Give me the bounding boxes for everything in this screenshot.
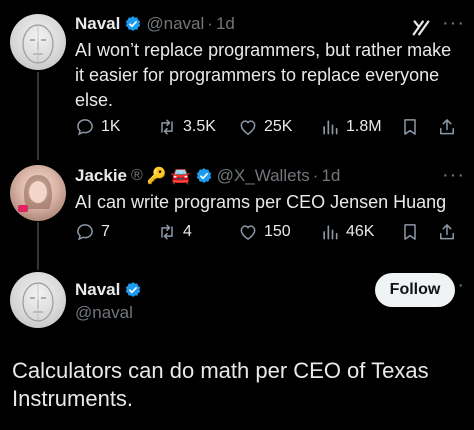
follow-button[interactable]: Follow	[375, 273, 455, 307]
retweet-icon	[161, 224, 173, 240]
main-author-header: Naval	[75, 280, 146, 300]
like-count: 25K	[264, 118, 293, 135]
registered-icon: ®	[131, 167, 143, 184]
author-name[interactable]: Naval	[75, 280, 120, 300]
author-handle[interactable]: @naval	[146, 14, 204, 34]
verified-badge-icon	[126, 16, 141, 31]
author-handle[interactable]: @naval	[75, 303, 133, 323]
grok-icon[interactable]	[410, 16, 432, 38]
retweet-icon	[161, 119, 173, 135]
thread-line	[37, 222, 39, 270]
retweet-button[interactable]: 3.5K	[157, 117, 216, 137]
views-button[interactable]: 46K	[320, 222, 374, 242]
more-options-icon[interactable]: ···	[442, 164, 465, 187]
author-name[interactable]: Jackie	[75, 166, 127, 186]
avatar-photo-icon	[18, 175, 52, 212]
avatar[interactable]	[10, 272, 66, 328]
avatar-sketch-icon	[22, 24, 54, 64]
view-count: 1.8M	[346, 118, 382, 135]
reply-icon	[77, 224, 93, 241]
retweet-button[interactable]: 4	[157, 222, 192, 242]
reply-icon	[77, 119, 93, 136]
timestamp[interactable]: 1d	[321, 166, 340, 186]
bookmark-icon	[404, 224, 416, 240]
car-icon: 🚘	[170, 168, 191, 185]
like-button[interactable]: 150	[238, 222, 291, 242]
author-name[interactable]: Naval	[75, 14, 120, 34]
verified-badge-icon	[126, 282, 141, 297]
separator-dot: ·	[312, 166, 319, 185]
heart-icon	[240, 120, 256, 135]
reply-button[interactable]: 1K	[75, 117, 121, 137]
views-button[interactable]: 1.8M	[320, 117, 382, 137]
main-tweet-text: Calculators can do math per CEO of Texas…	[12, 358, 429, 411]
bookmark-icon	[404, 119, 416, 135]
reply-button[interactable]: 7	[75, 222, 110, 242]
analytics-icon	[323, 225, 338, 240]
avatar[interactable]	[10, 165, 66, 221]
tweet-text: AI can write programs per CEO Jensen Hua…	[75, 192, 447, 212]
like-count: 150	[264, 223, 291, 240]
timestamp[interactable]: 1d	[216, 14, 235, 34]
retweet-count: 4	[183, 223, 192, 240]
avatar-sketch-icon	[22, 282, 54, 322]
share-icon	[440, 224, 454, 240]
avatar[interactable]	[10, 14, 66, 70]
analytics-icon	[323, 120, 338, 135]
share-button[interactable]	[437, 117, 457, 137]
share-icon	[440, 119, 454, 135]
tweet-header: Naval @naval · 1d	[75, 14, 235, 34]
reply-count: 1K	[101, 118, 121, 135]
retweet-count: 3.5K	[183, 118, 216, 135]
thread-line	[37, 72, 39, 160]
like-button[interactable]: 25K	[238, 117, 292, 137]
author-handle[interactable]: @X_Wallets	[217, 166, 310, 186]
bookmark-button[interactable]	[400, 222, 420, 242]
tweet-text: AI won’t replace programmers, but rather…	[75, 40, 452, 110]
view-count: 46K	[346, 223, 375, 240]
bookmark-button[interactable]	[400, 117, 420, 137]
key-icon: 🔑	[146, 168, 167, 185]
heart-icon	[240, 225, 256, 240]
reply-count: 7	[101, 223, 110, 240]
share-button[interactable]	[437, 222, 457, 242]
more-options-icon[interactable]: ···	[442, 12, 465, 35]
verified-badge-icon	[196, 168, 211, 183]
tweet-header: Jackie ® 🔑 🚘 @X_Wallets · 1d	[75, 166, 340, 186]
separator-dot: ·	[207, 14, 213, 33]
